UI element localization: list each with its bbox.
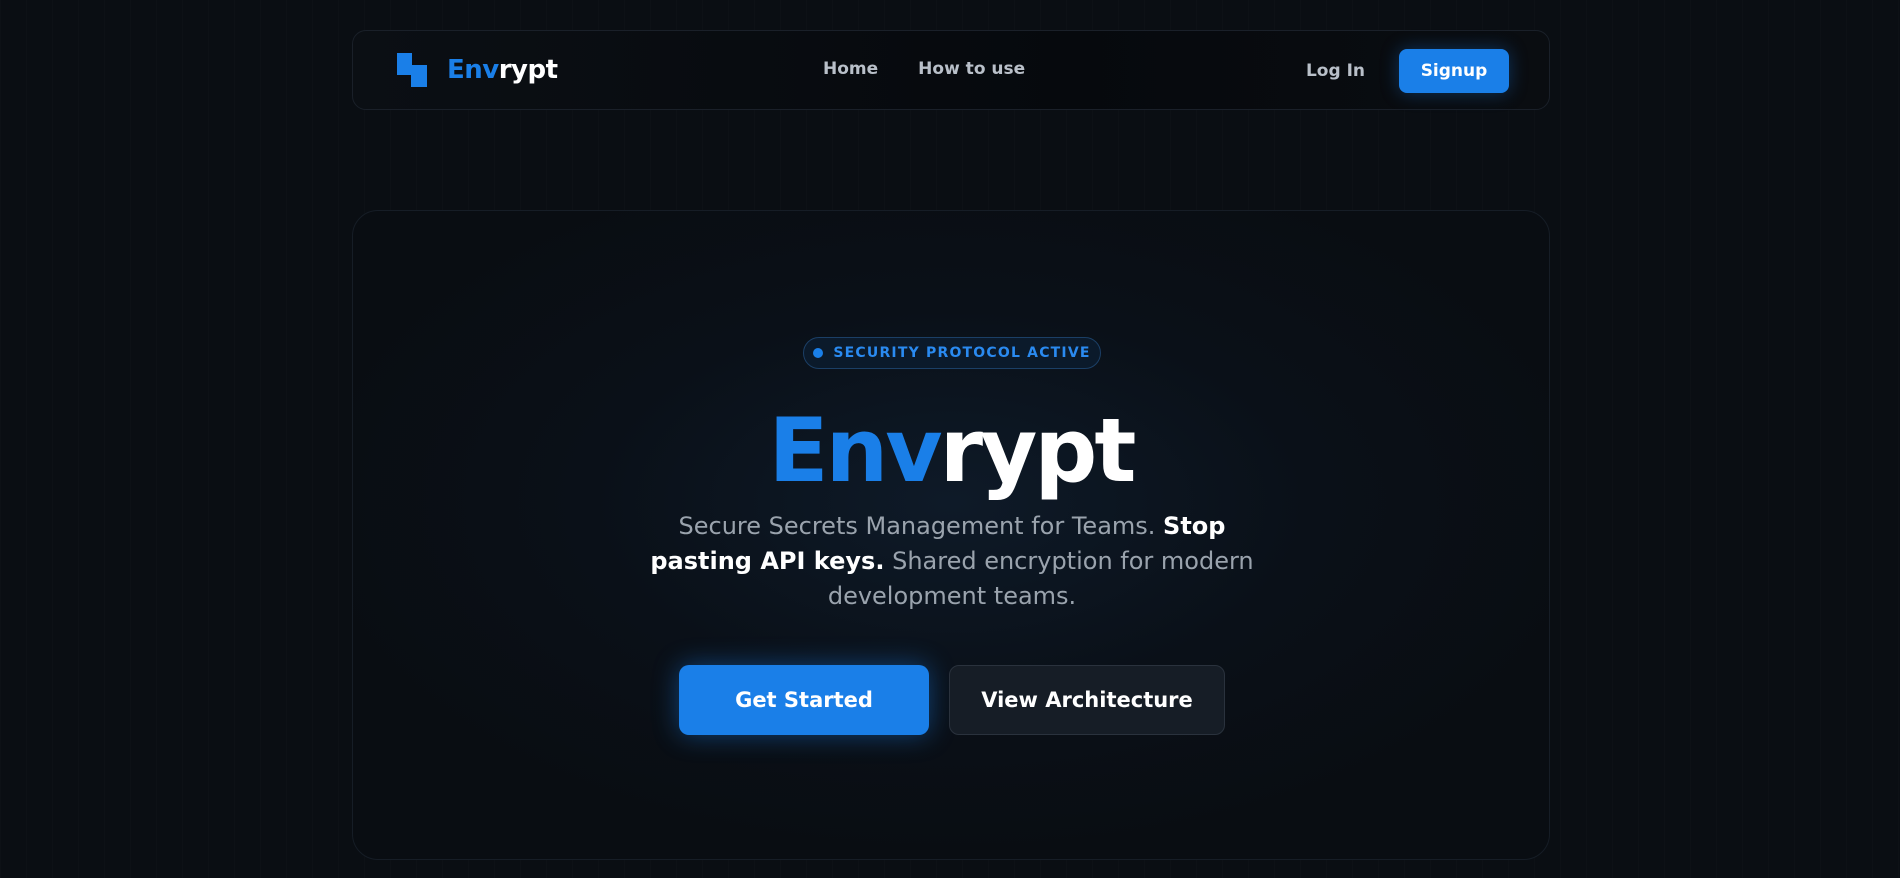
get-started-button[interactable]: Get Started bbox=[679, 665, 929, 735]
brand-name-part1: Env bbox=[447, 55, 499, 85]
nav-links: Home How to use bbox=[823, 59, 1025, 79]
hero-section: SECURITY PROTOCOL ACTIVE Envrypt Secure … bbox=[352, 210, 1550, 860]
hero-subtitle: Secure Secrets Management for Teams. Sto… bbox=[642, 509, 1262, 614]
brand-name-part2: rypt bbox=[498, 55, 558, 85]
status-badge-label: SECURITY PROTOCOL ACTIVE bbox=[833, 345, 1091, 361]
nav-link-home[interactable]: Home bbox=[823, 59, 878, 79]
hero-title: Envrypt bbox=[353, 401, 1549, 501]
status-dot-icon bbox=[813, 348, 824, 358]
nav-link-how-to-use[interactable]: How to use bbox=[918, 59, 1025, 79]
brand-logo[interactable]: Envrypt bbox=[397, 53, 558, 87]
signup-button[interactable]: Signup bbox=[1399, 49, 1509, 93]
status-badge: SECURITY PROTOCOL ACTIVE bbox=[803, 337, 1101, 369]
hero-title-part1: Env bbox=[768, 399, 943, 502]
nav-auth: Log In Signup bbox=[1306, 49, 1509, 93]
login-link[interactable]: Log In bbox=[1306, 61, 1365, 81]
envrypt-logo-icon bbox=[397, 53, 427, 87]
hero-title-part2: rypt bbox=[939, 399, 1137, 502]
hero-subtitle-lead: Secure Secrets Management for Teams. bbox=[678, 512, 1156, 540]
brand-name: Envrypt bbox=[447, 53, 558, 87]
hero-subtitle-tail: Shared encryption for modern development… bbox=[827, 547, 1254, 610]
view-architecture-button[interactable]: View Architecture bbox=[949, 665, 1225, 735]
navbar: Envrypt Home How to use Log In Signup bbox=[352, 30, 1550, 110]
